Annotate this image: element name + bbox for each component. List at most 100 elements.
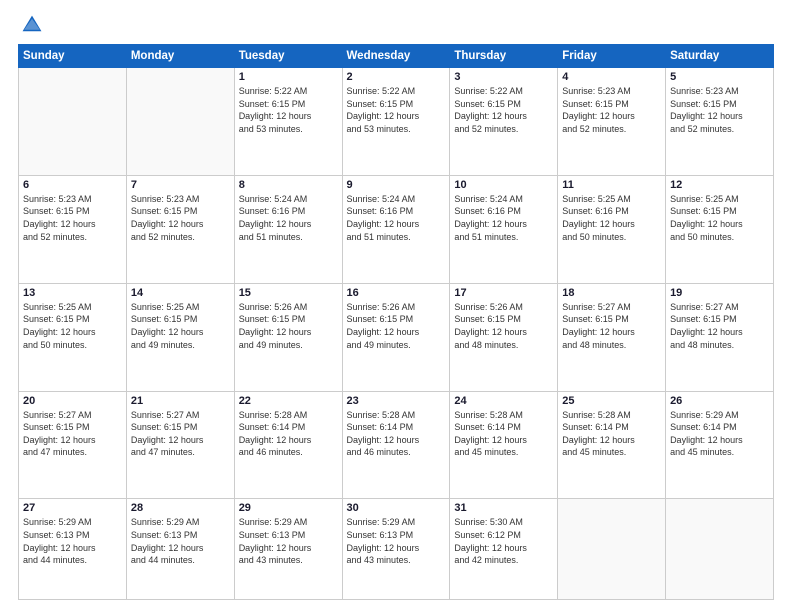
calendar-day-cell: 18Sunrise: 5:27 AM Sunset: 6:15 PM Dayli…	[558, 283, 666, 391]
day-info: Sunrise: 5:23 AM Sunset: 6:15 PM Dayligh…	[131, 193, 230, 243]
day-info: Sunrise: 5:29 AM Sunset: 6:14 PM Dayligh…	[670, 409, 769, 459]
day-info: Sunrise: 5:24 AM Sunset: 6:16 PM Dayligh…	[347, 193, 446, 243]
calendar-day-cell: 22 Sunrise: 5:28 AM Sunset: 6:14 PM Dayli…	[234, 391, 342, 499]
calendar-empty-cell	[126, 68, 234, 176]
calendar-day-cell: 17 Sunrise: 5:26 AM Sunset: 6:15 PM Dayli…	[450, 283, 558, 391]
calendar-day-cell: 14Sunrise: 5:25 AM Sunset: 6:15 PM Dayli…	[126, 283, 234, 391]
calendar-day-cell: 21 Sunrise: 5:27 AM Sunset: 6:15 PM Dayli…	[126, 391, 234, 499]
calendar-empty-cell	[666, 499, 774, 600]
calendar-day-cell: 7 Sunrise: 5:23 AM Sunset: 6:15 PM Daylig…	[126, 175, 234, 283]
day-number: 1	[239, 71, 338, 83]
day-number: 5	[670, 71, 769, 83]
day-number: 13	[23, 287, 122, 299]
day-info: Sunrise: 5:22 AM Sunset: 6:15 PM Dayligh…	[454, 85, 553, 135]
day-info: Sunrise: 5:23 AM Sunset: 6:15 PM Dayligh…	[562, 85, 661, 135]
day-info: Sunrise: 5:29 AM Sunset: 6:13 PM Dayligh…	[131, 516, 230, 566]
calendar-day-cell: 19 Sunrise: 5:27 AM Sunset: 6:15 PM Dayli…	[666, 283, 774, 391]
calendar-empty-cell	[19, 68, 127, 176]
day-number: 26	[670, 395, 769, 407]
page: SundayMondayTuesdayWednesdayThursdayFrid…	[0, 0, 792, 612]
day-number: 7	[131, 179, 230, 191]
day-info: Sunrise: 5:27 AM Sunset: 6:15 PM Dayligh…	[670, 301, 769, 351]
day-info: Sunrise: 5:29 AM Sunset: 6:13 PM Dayligh…	[23, 516, 122, 566]
day-info: Sunrise: 5:26 AM Sunset: 6:15 PM Dayligh…	[347, 301, 446, 351]
day-info: Sunrise: 5:29 AM Sunset: 6:13 PM Dayligh…	[347, 516, 446, 566]
weekday-header-tuesday: Tuesday	[234, 45, 342, 68]
calendar-day-cell: 10 Sunrise: 5:24 AM Sunset: 6:16 PM Dayli…	[450, 175, 558, 283]
day-info: Sunrise: 5:25 AM Sunset: 6:15 PM Dayligh…	[23, 301, 122, 351]
day-info: Sunrise: 5:27 AM Sunset: 6:15 PM Dayligh…	[131, 409, 230, 459]
calendar-week-row: 6Sunrise: 5:23 AM Sunset: 6:15 PM Daylig…	[19, 175, 774, 283]
day-number: 28	[131, 502, 230, 514]
calendar-day-cell: 16 Sunrise: 5:26 AM Sunset: 6:15 PM Dayli…	[342, 283, 450, 391]
day-number: 22	[239, 395, 338, 407]
day-info: Sunrise: 5:24 AM Sunset: 6:16 PM Dayligh…	[454, 193, 553, 243]
calendar-day-cell: 27 Sunrise: 5:29 AM Sunset: 6:13 PM Dayli…	[19, 499, 127, 600]
day-number: 8	[239, 179, 338, 191]
day-number: 17	[454, 287, 553, 299]
day-info: Sunrise: 5:24 AM Sunset: 6:16 PM Dayligh…	[239, 193, 338, 243]
day-info: Sunrise: 5:25 AM Sunset: 6:15 PM Dayligh…	[670, 193, 769, 243]
day-number: 2	[347, 71, 446, 83]
day-number: 23	[347, 395, 446, 407]
calendar-header-row: SundayMondayTuesdayWednesdayThursdayFrid…	[19, 45, 774, 68]
calendar-day-cell: 3 Sunrise: 5:22 AM Sunset: 6:15 PM Daylig…	[450, 68, 558, 176]
day-number: 9	[347, 179, 446, 191]
day-number: 25	[562, 395, 661, 407]
calendar-day-cell: 15Sunrise: 5:26 AM Sunset: 6:15 PM Dayli…	[234, 283, 342, 391]
day-info: Sunrise: 5:23 AM Sunset: 6:15 PM Dayligh…	[670, 85, 769, 135]
calendar-empty-cell	[558, 499, 666, 600]
calendar-day-cell: 23Sunrise: 5:28 AM Sunset: 6:14 PM Dayli…	[342, 391, 450, 499]
weekday-header-monday: Monday	[126, 45, 234, 68]
day-number: 29	[239, 502, 338, 514]
weekday-header-saturday: Saturday	[666, 45, 774, 68]
calendar-day-cell: 24 Sunrise: 5:28 AM Sunset: 6:14 PM Dayli…	[450, 391, 558, 499]
weekday-header-friday: Friday	[558, 45, 666, 68]
logo	[18, 18, 43, 36]
day-info: Sunrise: 5:29 AM Sunset: 6:13 PM Dayligh…	[239, 516, 338, 566]
weekday-header-thursday: Thursday	[450, 45, 558, 68]
day-info: Sunrise: 5:28 AM Sunset: 6:14 PM Dayligh…	[454, 409, 553, 459]
logo-icon	[21, 14, 43, 36]
calendar-week-row: 13 Sunrise: 5:25 AM Sunset: 6:15 PM Dayli…	[19, 283, 774, 391]
calendar-day-cell: 6Sunrise: 5:23 AM Sunset: 6:15 PM Daylig…	[19, 175, 127, 283]
calendar-day-cell: 9 Sunrise: 5:24 AM Sunset: 6:16 PM Daylig…	[342, 175, 450, 283]
calendar-day-cell: 12Sunrise: 5:25 AM Sunset: 6:15 PM Dayli…	[666, 175, 774, 283]
calendar-day-cell: 28 Sunrise: 5:29 AM Sunset: 6:13 PM Dayli…	[126, 499, 234, 600]
day-number: 21	[131, 395, 230, 407]
calendar-table: SundayMondayTuesdayWednesdayThursdayFrid…	[18, 44, 774, 600]
day-number: 30	[347, 502, 446, 514]
day-number: 27	[23, 502, 122, 514]
day-info: Sunrise: 5:27 AM Sunset: 6:15 PM Dayligh…	[23, 409, 122, 459]
day-number: 24	[454, 395, 553, 407]
day-info: Sunrise: 5:25 AM Sunset: 6:16 PM Dayligh…	[562, 193, 661, 243]
calendar-day-cell: 2Sunrise: 5:22 AM Sunset: 6:15 PM Daylig…	[342, 68, 450, 176]
day-number: 3	[454, 71, 553, 83]
calendar-day-cell: 29 Sunrise: 5:29 AM Sunset: 6:13 PM Dayli…	[234, 499, 342, 600]
day-info: Sunrise: 5:25 AM Sunset: 6:15 PM Dayligh…	[131, 301, 230, 351]
calendar-day-cell: 1 Sunrise: 5:22 AM Sunset: 6:15 PM Daylig…	[234, 68, 342, 176]
calendar-day-cell: 31 Sunrise: 5:30 AM Sunset: 6:12 PM Dayli…	[450, 499, 558, 600]
day-info: Sunrise: 5:27 AM Sunset: 6:15 PM Dayligh…	[562, 301, 661, 351]
day-number: 31	[454, 502, 553, 514]
day-number: 10	[454, 179, 553, 191]
calendar-day-cell: 13 Sunrise: 5:25 AM Sunset: 6:15 PM Dayli…	[19, 283, 127, 391]
calendar-week-row: 27 Sunrise: 5:29 AM Sunset: 6:13 PM Dayli…	[19, 499, 774, 600]
day-info: Sunrise: 5:22 AM Sunset: 6:15 PM Dayligh…	[239, 85, 338, 135]
day-number: 20	[23, 395, 122, 407]
calendar-day-cell: 5 Sunrise: 5:23 AM Sunset: 6:15 PM Daylig…	[666, 68, 774, 176]
day-number: 19	[670, 287, 769, 299]
day-info: Sunrise: 5:28 AM Sunset: 6:14 PM Dayligh…	[562, 409, 661, 459]
day-info: Sunrise: 5:30 AM Sunset: 6:12 PM Dayligh…	[454, 516, 553, 566]
day-info: Sunrise: 5:26 AM Sunset: 6:15 PM Dayligh…	[454, 301, 553, 351]
day-number: 4	[562, 71, 661, 83]
day-number: 16	[347, 287, 446, 299]
calendar-week-row: 20 Sunrise: 5:27 AM Sunset: 6:15 PM Dayli…	[19, 391, 774, 499]
weekday-header-sunday: Sunday	[19, 45, 127, 68]
day-number: 11	[562, 179, 661, 191]
calendar-day-cell: 11 Sunrise: 5:25 AM Sunset: 6:16 PM Dayli…	[558, 175, 666, 283]
calendar-day-cell: 8 Sunrise: 5:24 AM Sunset: 6:16 PM Daylig…	[234, 175, 342, 283]
calendar-day-cell: 25 Sunrise: 5:28 AM Sunset: 6:14 PM Dayli…	[558, 391, 666, 499]
day-info: Sunrise: 5:28 AM Sunset: 6:14 PM Dayligh…	[239, 409, 338, 459]
calendar-day-cell: 4 Sunrise: 5:23 AM Sunset: 6:15 PM Daylig…	[558, 68, 666, 176]
